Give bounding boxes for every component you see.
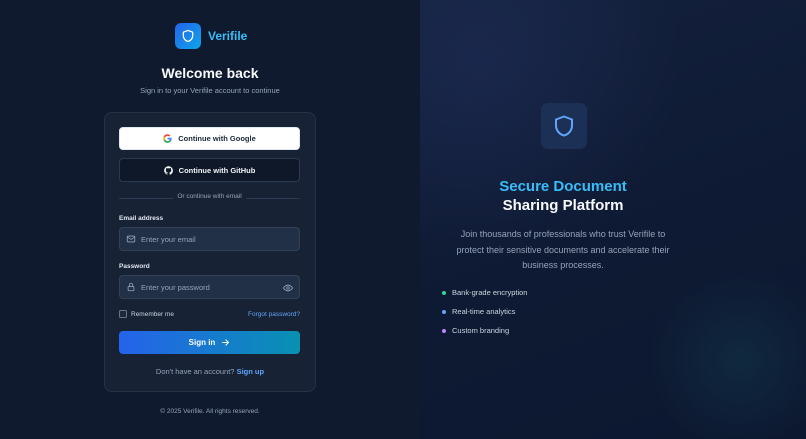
remember-checkbox[interactable] (119, 310, 127, 318)
signup-link[interactable]: Sign up (237, 367, 265, 376)
divider-text: Or continue with email (173, 193, 246, 200)
feature-label: Real-time analytics (452, 307, 516, 316)
feature-item: Real-time analytics (442, 307, 515, 316)
feature-dot (442, 290, 446, 295)
google-signin-label: Continue with Google (178, 134, 256, 143)
email-field[interactable] (119, 227, 300, 251)
github-signin-button[interactable]: Continue with GitHub (119, 158, 300, 182)
feature-item: Bank-grade encryption (442, 288, 527, 297)
mail-icon (126, 235, 136, 243)
password-input[interactable] (141, 282, 281, 292)
signin-button[interactable]: Sign in (119, 331, 300, 354)
github-icon (163, 165, 173, 175)
email-input[interactable] (141, 234, 281, 244)
no-account-text: Don't have an account? (155, 367, 235, 376)
shield-icon (555, 115, 573, 137)
feature-dot (442, 309, 446, 314)
forgot-password-link[interactable]: Forgot password? (248, 311, 300, 318)
page-subtitle: Sign in to your Verifile account to cont… (140, 86, 280, 95)
page-title: Welcome back (161, 65, 259, 81)
footer-copyright: © 2025 Verifile. All rights reserved. (160, 408, 260, 415)
hero-panel (420, 0, 806, 439)
google-signin-button[interactable]: Continue with Google (119, 127, 300, 150)
divider: Or continue with email (119, 193, 300, 203)
brand-name: Verifile (208, 29, 248, 43)
feature-label: Bank-grade encryption (452, 288, 528, 297)
arrow-right-icon (222, 339, 230, 346)
google-icon (163, 134, 172, 143)
remember-me[interactable]: Remember me (119, 310, 174, 318)
lock-icon (127, 282, 135, 292)
brand: Verifile (175, 23, 247, 49)
hero-title-line1: Secure Document (499, 178, 627, 195)
password-field[interactable] (119, 275, 300, 299)
feature-label: Custom branding (452, 326, 510, 335)
hero-description: Join thousands of professionals who trus… (456, 229, 670, 270)
github-signin-label: Continue with GitHub (178, 165, 256, 175)
password-label: Password (119, 263, 150, 270)
email-label: Email address (119, 215, 164, 222)
feature-item: Custom branding (442, 326, 509, 335)
remember-label: Remember me (131, 310, 174, 318)
hero-title-line2: Sharing Platform (502, 197, 624, 214)
feature-dot (442, 328, 446, 333)
signup-prompt: Don't have an account? Sign up (0, 367, 420, 376)
shield-icon (175, 23, 201, 49)
signin-label: Sign in (188, 338, 216, 347)
eye-icon[interactable] (283, 283, 293, 293)
hero-shield-icon (541, 103, 587, 149)
